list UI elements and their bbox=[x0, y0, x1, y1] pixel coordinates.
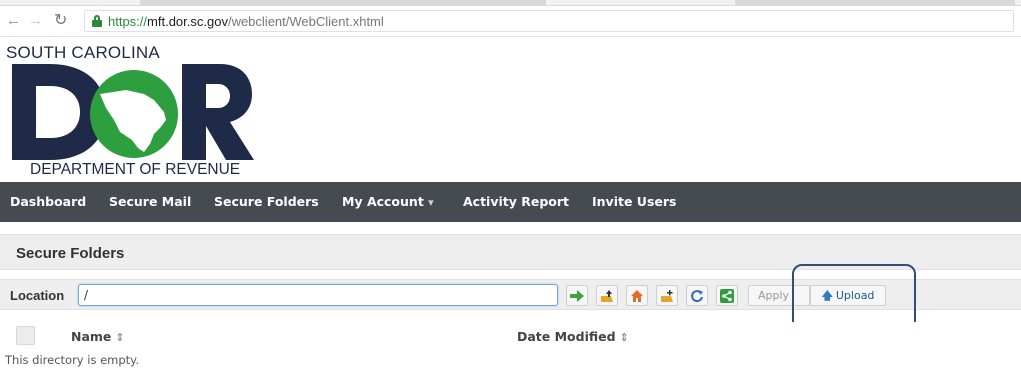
location-label: Location bbox=[10, 288, 65, 303]
nav-secure-folders[interactable]: Secure Folders bbox=[214, 194, 319, 210]
up-arrow-icon: 🡅 bbox=[821, 289, 833, 302]
url-host: mft.dor.sc.gov bbox=[147, 14, 228, 29]
apply-button[interactable]: Apply bbox=[748, 285, 810, 306]
forward-arrow-icon[interactable]: → bbox=[28, 13, 43, 29]
home-folder-button[interactable] bbox=[626, 285, 648, 306]
url-protocol: https:// bbox=[108, 14, 148, 29]
location-toolbar: Location Apply 🡅 Upload bbox=[0, 279, 1021, 310]
main-nav-bar: Dashboard Secure Mail Secure Folders My … bbox=[0, 182, 1021, 222]
nav-my-account-label: My Account bbox=[342, 194, 424, 209]
caret-down-icon: ▾ bbox=[428, 196, 434, 209]
url-text[interactable]: https://mft.dor.sc.gov/webclient/WebClie… bbox=[108, 14, 384, 29]
file-table-header: Name ⇕ Date Modified ⇕ bbox=[0, 322, 1021, 350]
folder-up-icon bbox=[601, 289, 613, 302]
nav-dashboard[interactable]: Dashboard bbox=[10, 194, 86, 210]
select-all-checkbox[interactable] bbox=[16, 326, 35, 345]
browser-address-bar: ← → ↻ https://mft.dor.sc.gov/webclient/W… bbox=[0, 6, 1021, 37]
home-icon bbox=[631, 289, 643, 302]
page-title: Secure Folders bbox=[16, 245, 125, 262]
lock-icon bbox=[92, 15, 102, 27]
upload-button[interactable]: 🡅 Upload bbox=[810, 285, 886, 306]
browser-tab[interactable] bbox=[735, 0, 1015, 5]
nav-activity-report[interactable]: Activity Report bbox=[463, 194, 569, 210]
back-arrow-icon[interactable]: ← bbox=[6, 13, 21, 29]
refresh-icon bbox=[691, 289, 703, 302]
go-button[interactable] bbox=[566, 285, 588, 306]
column-header-name[interactable]: Name ⇕ bbox=[71, 329, 125, 345]
logo-department-text: DEPARTMENT OF REVENUE bbox=[30, 161, 241, 178]
dor-monogram-icon bbox=[12, 64, 254, 160]
sc-dor-logo[interactable]: SOUTH CAROLINA DEPARTMENT OF REVENUE bbox=[6, 40, 266, 185]
nav-secure-mail[interactable]: Secure Mail bbox=[109, 194, 191, 210]
sort-icon: ⇕ bbox=[619, 331, 629, 344]
reload-icon[interactable]: ↻ bbox=[54, 13, 67, 29]
share-button[interactable] bbox=[716, 285, 738, 306]
column-header-date-modified[interactable]: Date Modified ⇕ bbox=[517, 329, 629, 345]
share-icon bbox=[720, 288, 734, 303]
location-input[interactable] bbox=[78, 284, 558, 306]
parent-folder-button[interactable] bbox=[596, 285, 618, 306]
url-path: /webclient/WebClient.xhtml bbox=[227, 14, 384, 29]
new-folder-button[interactable] bbox=[656, 285, 678, 306]
column-name-label: Name bbox=[71, 329, 112, 344]
nav-my-account[interactable]: My Account ▾ bbox=[342, 194, 434, 211]
browser-tab[interactable] bbox=[140, 0, 546, 5]
panel-header: Secure Folders bbox=[0, 234, 1021, 270]
sort-icon: ⇕ bbox=[115, 331, 125, 344]
green-arrow-icon bbox=[570, 289, 584, 302]
nav-invite-users[interactable]: Invite Users bbox=[592, 194, 676, 210]
new-folder-icon bbox=[661, 289, 673, 302]
column-date-label: Date Modified bbox=[517, 329, 616, 344]
refresh-button[interactable] bbox=[686, 285, 708, 306]
upload-button-label: Upload bbox=[835, 289, 875, 302]
empty-directory-message: This directory is empty. bbox=[5, 353, 140, 367]
